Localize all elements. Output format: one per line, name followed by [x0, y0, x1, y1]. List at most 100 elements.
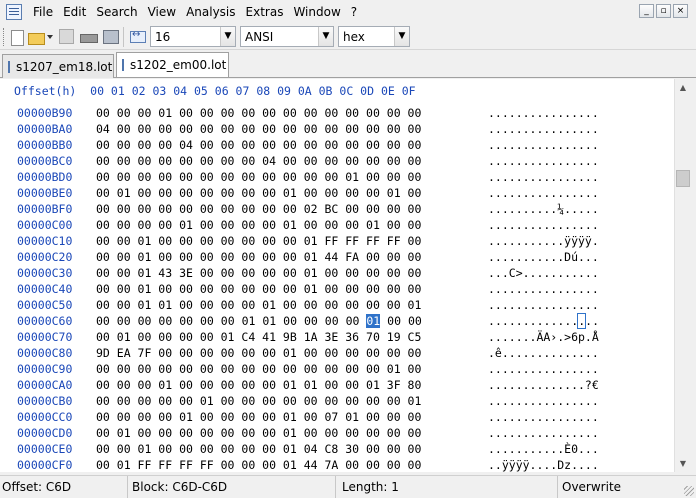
- hex-byte[interactable]: 00: [158, 314, 172, 328]
- restore-button[interactable]: ▫: [656, 4, 671, 18]
- chevron-down-icon[interactable]: ▼: [394, 27, 409, 46]
- row-ascii[interactable]: ..ÿÿÿÿ....Dz....: [488, 457, 599, 472]
- hex-byte[interactable]: 00: [346, 314, 360, 328]
- hex-byte[interactable]: 01: [242, 314, 256, 328]
- hex-editor[interactable]: Offset(h) 00 01 02 03 04 05 06 07 08 09 …: [0, 79, 674, 472]
- row-ascii[interactable]: ................: [488, 313, 599, 329]
- new-file-icon[interactable]: [11, 29, 24, 46]
- row-hex-bytes[interactable]: 04 00 00 00 00 00 00 00 00 00 00 00 00 0…: [96, 121, 421, 137]
- hex-byte[interactable]: 00: [283, 314, 297, 328]
- row-hex-bytes[interactable]: 00 00 00 00 00 01 00 00 00 00 00 00 00 0…: [96, 393, 421, 409]
- row-hex-bytes[interactable]: 00 00 01 01 00 00 00 00 01 00 00 00 00 0…: [96, 297, 421, 313]
- row-hex-bytes[interactable]: 00 00 01 00 00 00 00 00 00 00 01 44 FA 0…: [96, 249, 421, 265]
- row-hex-bytes[interactable]: 00 00 01 00 00 00 00 00 00 00 01 00 00 0…: [96, 281, 421, 297]
- hex-byte[interactable]: 00: [387, 314, 401, 328]
- open-disk-icon[interactable]: [103, 29, 119, 44]
- open-dropdown-arrow-icon[interactable]: [47, 34, 53, 39]
- open-folder-icon[interactable]: [28, 33, 45, 45]
- ascii-char[interactable]: .: [509, 314, 516, 328]
- row-hex-bytes[interactable]: 00 00 01 00 00 00 00 00 00 01 04 C8 30 0…: [96, 441, 421, 457]
- hex-byte[interactable]: 01: [262, 314, 276, 328]
- vertical-scrollbar[interactable]: ▲ ▼: [674, 79, 691, 472]
- row-hex-bytes[interactable]: 00 00 01 43 3E 00 00 00 00 00 01 00 00 0…: [96, 265, 421, 281]
- hex-byte[interactable]: 00: [117, 314, 131, 328]
- menu-window[interactable]: Window: [288, 1, 345, 23]
- row-ascii[interactable]: ................: [488, 409, 599, 425]
- row-ascii[interactable]: .ê..............: [488, 345, 599, 361]
- ascii-char[interactable]: .: [495, 314, 502, 328]
- chevron-down-icon[interactable]: ▼: [220, 27, 235, 46]
- display-mode-select[interactable]: hex ▼: [338, 26, 410, 47]
- row-ascii[interactable]: .......ÄA›.>6p.Å: [488, 329, 599, 345]
- tab-s1202-em00[interactable]: s1202_em00.lot: [116, 52, 229, 77]
- resize-grip-icon[interactable]: [684, 486, 694, 496]
- row-ascii[interactable]: ..........¼.....: [488, 201, 599, 217]
- app-icon[interactable]: [6, 4, 22, 20]
- chevron-down-icon[interactable]: ▼: [318, 27, 333, 46]
- hex-byte[interactable]: 00: [408, 314, 422, 328]
- row-ascii[interactable]: ...........È0...: [488, 441, 599, 457]
- hex-byte[interactable]: 00: [304, 314, 318, 328]
- row-ascii[interactable]: ..............?€: [488, 377, 599, 393]
- hex-byte[interactable]: 00: [325, 314, 339, 328]
- row-ascii[interactable]: ................: [488, 393, 599, 409]
- row-ascii[interactable]: ................: [488, 361, 599, 377]
- menu-extras[interactable]: Extras: [241, 1, 289, 23]
- row-hex-bytes[interactable]: 00 01 00 00 00 00 00 00 00 01 00 00 00 0…: [96, 425, 421, 441]
- row-hex-bytes[interactable]: 00 00 00 00 00 00 00 00 00 00 00 00 00 0…: [96, 361, 421, 377]
- ascii-char[interactable]: .: [530, 314, 537, 328]
- menu-analysis[interactable]: Analysis: [181, 1, 240, 23]
- minimize-button[interactable]: _: [639, 4, 654, 18]
- menu-help[interactable]: ?: [346, 1, 362, 23]
- row-hex-bytes[interactable]: 00 00 00 00 00 00 00 00 00 00 02 BC 00 0…: [96, 201, 421, 217]
- scroll-down-icon[interactable]: ▼: [675, 455, 691, 472]
- row-ascii[interactable]: ................: [488, 425, 599, 441]
- row-hex-bytes[interactable]: 00 00 00 00 01 00 00 00 00 01 00 00 00 0…: [96, 217, 421, 233]
- row-hex-bytes[interactable]: 00 00 00 00 00 00 00 00 04 00 00 00 00 0…: [96, 153, 421, 169]
- row-ascii[interactable]: ................: [488, 153, 599, 169]
- row-hex-bytes[interactable]: 00 01 FF FF FF FF 00 00 00 01 44 7A 00 0…: [96, 457, 421, 472]
- row-hex-bytes[interactable]: 00 00 00 01 00 00 00 00 00 01 01 00 00 0…: [96, 377, 421, 393]
- row-hex-bytes[interactable]: 9D EA 7F 00 00 00 00 00 00 01 00 00 00 0…: [96, 345, 421, 361]
- row-ascii[interactable]: ...C>...........: [488, 265, 599, 281]
- row-hex-bytes[interactable]: 00 00 01 00 00 00 00 00 00 00 01 FF FF F…: [96, 233, 421, 249]
- menu-search[interactable]: Search: [91, 1, 142, 23]
- open-ram-icon[interactable]: [80, 34, 98, 43]
- row-hex-bytes[interactable]: 00 01 00 00 00 00 00 00 00 01 00 00 00 0…: [96, 185, 421, 201]
- ascii-char[interactable]: .: [516, 314, 523, 328]
- row-ascii[interactable]: ................: [488, 281, 599, 297]
- ascii-char[interactable]: .: [488, 314, 495, 328]
- close-button[interactable]: ×: [673, 4, 688, 18]
- row-ascii[interactable]: ................: [488, 297, 599, 313]
- row-ascii[interactable]: ................: [488, 137, 599, 153]
- row-ascii[interactable]: ................: [488, 169, 599, 185]
- ascii-char[interactable]: .: [502, 314, 509, 328]
- row-ascii[interactable]: ................: [488, 105, 599, 121]
- menu-view[interactable]: View: [143, 1, 181, 23]
- row-hex-bytes[interactable]: 00 00 00 00 00 00 00 00 00 00 00 00 01 0…: [96, 169, 421, 185]
- row-ascii[interactable]: ................: [488, 121, 599, 137]
- ascii-char[interactable]: .: [537, 314, 544, 328]
- row-ascii[interactable]: ...........Dú...: [488, 249, 599, 265]
- tab-s1207-em18[interactable]: s1207_em18.lot: [2, 54, 114, 78]
- hex-byte[interactable]: 00: [221, 314, 235, 328]
- charset-select[interactable]: ANSI ▼: [240, 26, 334, 47]
- row-ascii[interactable]: ...........ÿÿÿÿ.: [488, 233, 599, 249]
- row-hex-bytes[interactable]: 00 00 00 00 01 00 00 00 00 01 00 07 01 0…: [96, 409, 421, 425]
- bytes-per-row-select[interactable]: 16 ▼: [150, 26, 236, 47]
- ascii-char[interactable]: .: [523, 314, 530, 328]
- row-ascii[interactable]: ................: [488, 217, 599, 233]
- hex-byte[interactable]: 00: [138, 314, 152, 328]
- row-hex-bytes[interactable]: 00 00 00 00 00 00 00 01 01 00 00 00 00 0…: [96, 313, 422, 329]
- scroll-up-icon[interactable]: ▲: [675, 79, 691, 96]
- row-ascii[interactable]: ................: [488, 185, 599, 201]
- row-hex-bytes[interactable]: 00 00 00 00 04 00 00 00 00 00 00 00 00 0…: [96, 137, 421, 153]
- toolbar-grip[interactable]: [3, 27, 6, 46]
- save-icon[interactable]: [59, 29, 74, 44]
- hex-byte[interactable]: 00: [200, 314, 214, 328]
- menu-file[interactable]: File: [28, 1, 58, 23]
- hex-byte[interactable]: 00: [179, 314, 193, 328]
- selected-byte[interactable]: 01: [366, 314, 381, 328]
- scroll-thumb[interactable]: [676, 170, 690, 187]
- menu-edit[interactable]: Edit: [58, 1, 91, 23]
